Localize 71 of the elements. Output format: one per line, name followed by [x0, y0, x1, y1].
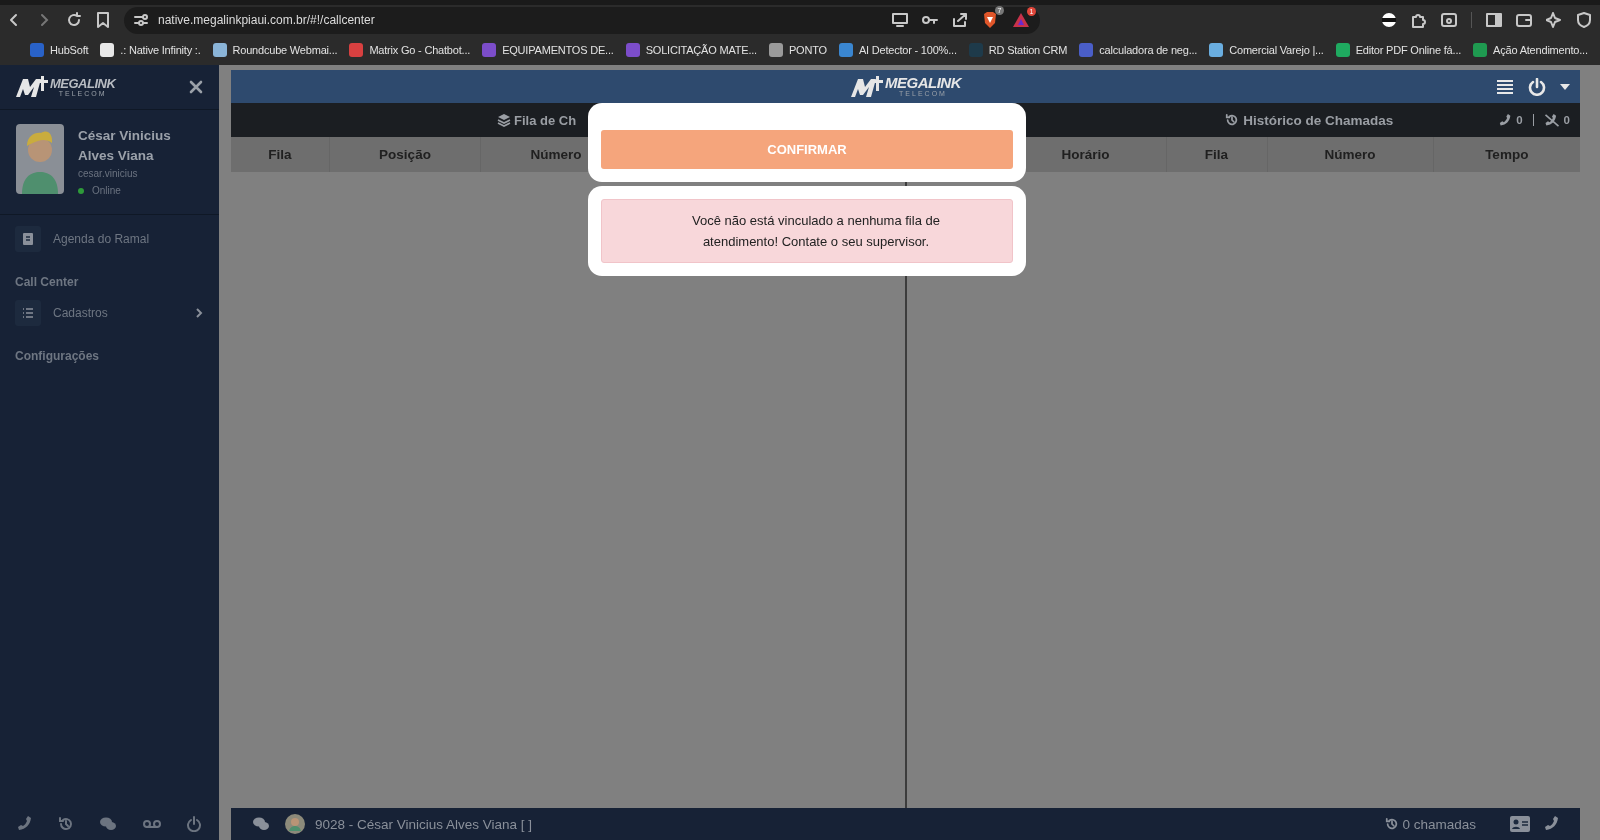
bookmark[interactable]: HubSoft — [30, 43, 89, 57]
wallet-icon[interactable] — [1516, 12, 1532, 28]
logo-text: MEGALINK — [50, 77, 116, 90]
phone-icon[interactable] — [1544, 816, 1560, 832]
bookmark[interactable]: EQUIPAMENTOS DE... — [482, 43, 614, 57]
puzzle-icon[interactable] — [1411, 12, 1427, 28]
tab-search-icon[interactable] — [1441, 12, 1457, 28]
logo-mark-icon — [15, 76, 49, 98]
phone-icon — [1499, 113, 1513, 127]
caret-down-icon[interactable] — [1560, 83, 1570, 90]
call-history-count: 0 chamadas — [1385, 816, 1476, 832]
chevron-right-icon — [195, 307, 203, 319]
layers-icon — [497, 113, 511, 127]
chat-icon[interactable] — [99, 816, 118, 832]
bookmark[interactable]: SOLICITAÇÃO MATE... — [625, 43, 757, 57]
missed-count: 0 — [1563, 114, 1570, 126]
missed-call-icon — [1543, 113, 1560, 127]
lion-shield-icon[interactable] — [982, 11, 998, 29]
phone-icon[interactable] — [16, 816, 33, 832]
history-icon[interactable] — [58, 816, 75, 832]
section-heading: Call Center — [14, 274, 80, 291]
contact-book-icon — [20, 231, 36, 247]
close-icon[interactable] — [189, 80, 203, 94]
status-text: Online — [92, 185, 121, 196]
power-icon[interactable] — [186, 816, 203, 832]
contact-card-icon[interactable] — [1510, 816, 1530, 832]
bookmark[interactable]: .: Native Infinity :. — [100, 43, 201, 57]
section-heading: Configurações — [14, 348, 100, 365]
username: cesar.vinicius — [78, 168, 139, 179]
bookmark[interactable]: PONTO — [768, 43, 827, 57]
alert-message: Você não está vinculado a nenhuma fila de atendimento! Contate o seu supervisor. — [601, 199, 1013, 263]
bookmark[interactable]: Editor PDF Online fá... — [1335, 43, 1462, 57]
panel-title: Histórico de Chamadas — [1225, 112, 1394, 128]
user-name: César Vinicius Alves Viana — [78, 127, 172, 165]
menu-item[interactable]: Cadastros — [0, 297, 219, 329]
extension-user: 9028 - César Vinicius Alves Viana [ ] — [315, 816, 533, 832]
triangle-icon[interactable] — [1012, 12, 1030, 28]
bookmark-icon[interactable] — [96, 12, 110, 28]
chat-icon[interactable] — [251, 816, 271, 832]
column-header: Número — [1267, 137, 1434, 172]
column-header: Posição — [330, 137, 481, 172]
history-icon — [1385, 817, 1400, 831]
bookmark[interactable]: Comercial Varejo |... — [1209, 43, 1324, 57]
history-icon — [1225, 113, 1240, 127]
bookmark[interactable]: RD Station CRM — [968, 43, 1068, 57]
reload-icon[interactable] — [66, 12, 82, 28]
bookmark[interactable]: Matrix Go - Chatbot... — [349, 43, 471, 57]
bookmark[interactable]: calculadora de neg... — [1079, 43, 1198, 57]
column-header: Tempo — [1484, 146, 1530, 164]
column-header: Fila — [231, 137, 330, 172]
bookmark[interactable]: AI Detector - 100%... — [838, 43, 957, 57]
share-icon[interactable] — [952, 13, 968, 27]
key-icon[interactable] — [922, 14, 938, 26]
menu-item[interactable]: Agenda do Ramal — [0, 223, 219, 255]
column-header: Fila — [1166, 137, 1268, 172]
list-icon — [20, 305, 36, 321]
circle-icon[interactable] — [1381, 12, 1397, 28]
bookmark[interactable]: Roundcube Webmai... — [212, 43, 338, 57]
install-icon[interactable] — [892, 13, 908, 27]
logo-text: MEGALINK — [885, 75, 961, 90]
panel-title: Fila de Ch — [497, 112, 577, 128]
voicemail-icon[interactable] — [142, 819, 161, 829]
bookmark[interactable]: Ação Atendimento... — [1473, 43, 1588, 57]
sparkle-icon[interactable] — [1546, 12, 1562, 28]
site-settings-icon[interactable] — [134, 13, 148, 27]
sidebar-icon[interactable] — [1486, 12, 1502, 28]
menu-icon[interactable] — [1496, 78, 1514, 95]
shield-icon[interactable] — [1576, 12, 1592, 28]
url-text: native.megalinkpiaui.com.br/#!/callcenter — [158, 13, 375, 27]
logo-mark-icon — [850, 76, 884, 98]
call-count: 0 — [1516, 114, 1523, 126]
